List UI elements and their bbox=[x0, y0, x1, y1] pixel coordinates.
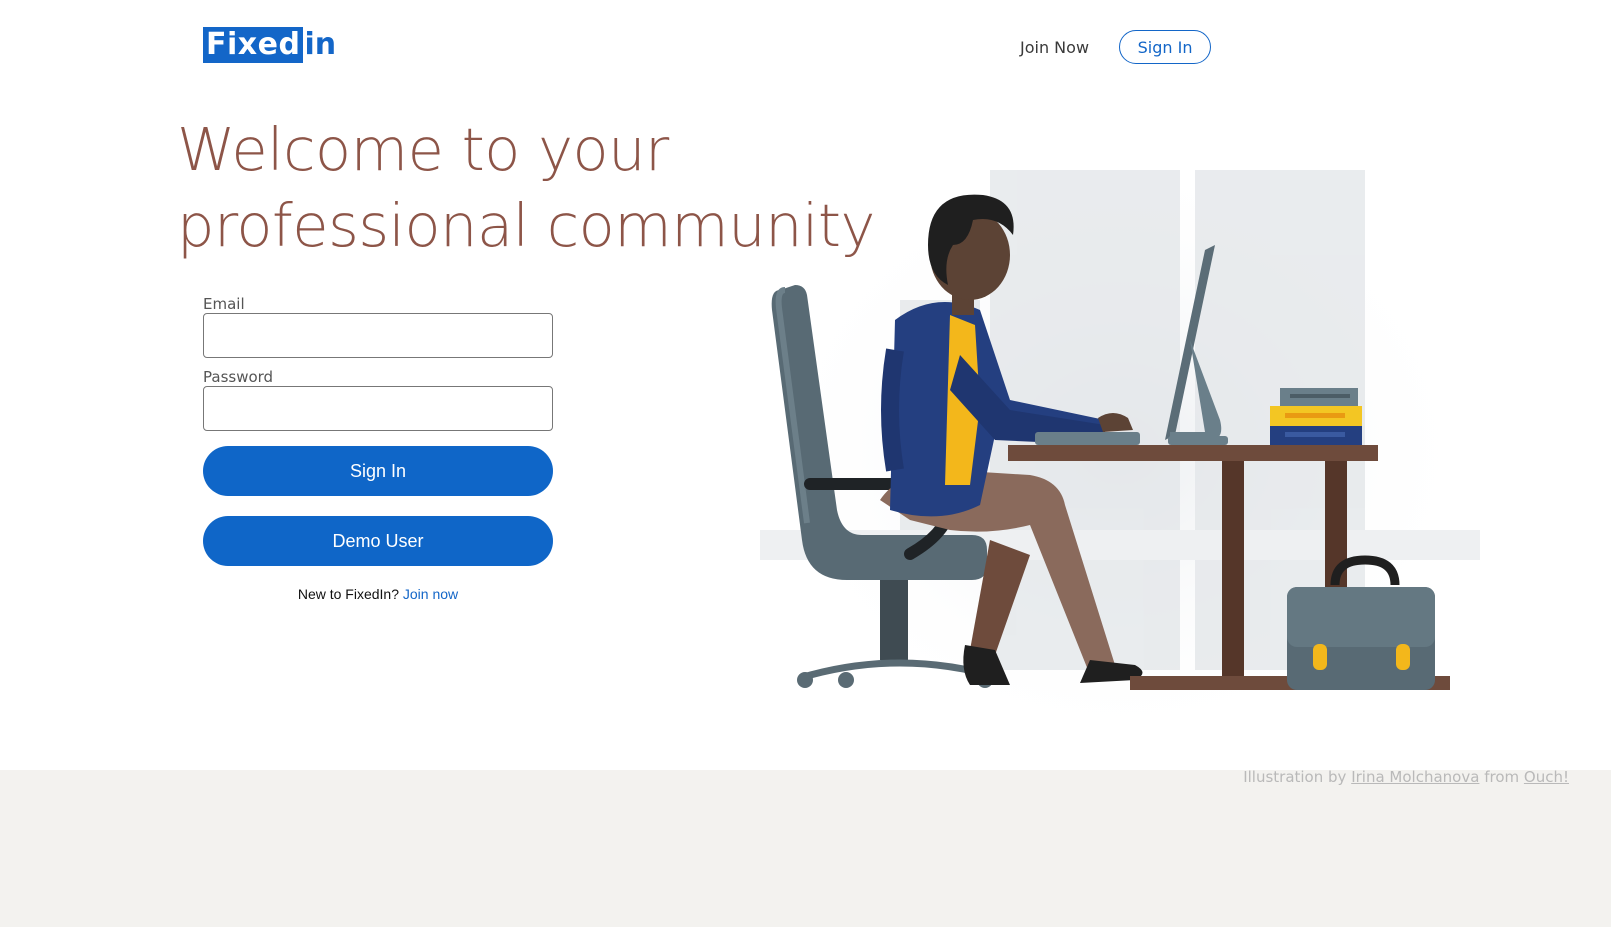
demo-user-button[interactable]: Demo User bbox=[203, 516, 553, 566]
book-stack bbox=[1270, 388, 1362, 445]
keyboard bbox=[1035, 432, 1140, 445]
office-worker-illustration bbox=[760, 150, 1480, 750]
credit-middle: from bbox=[1484, 768, 1520, 786]
illustration-credit: Illustration by Irina Molchanova from Ou… bbox=[1243, 768, 1569, 786]
top-nav: Join Now Sign In bbox=[1020, 30, 1212, 64]
footer-band bbox=[0, 770, 1611, 927]
credit-author-link[interactable]: Irina Molchanova bbox=[1351, 768, 1479, 786]
sign-in-button[interactable]: Sign In bbox=[203, 446, 553, 496]
login-page: Fixed in Join Now Sign In Welcome to your… bbox=[0, 0, 1611, 927]
headline-line-1: Welcome to your bbox=[177, 115, 669, 184]
credit-prefix: Illustration by bbox=[1243, 768, 1347, 786]
credit-source-link[interactable]: Ouch! bbox=[1524, 768, 1569, 786]
nav-sign-in-button[interactable]: Sign In bbox=[1119, 30, 1212, 64]
logo-suffix: in bbox=[304, 27, 337, 62]
password-field[interactable] bbox=[203, 386, 553, 431]
fixedin-logo[interactable]: Fixed in bbox=[203, 27, 336, 63]
join-now-link[interactable]: Join Now bbox=[1020, 38, 1089, 57]
password-label: Password bbox=[203, 368, 274, 386]
sign-in-form: Email Password Sign In Demo User New to … bbox=[203, 295, 553, 602]
new-user-text: New to FixedIn? bbox=[297, 586, 399, 602]
email-label: Email bbox=[203, 295, 245, 313]
join-now-inline-link[interactable]: Join now bbox=[403, 586, 458, 602]
email-field[interactable] bbox=[203, 313, 553, 358]
logo-text: Fixed bbox=[203, 27, 304, 63]
new-user-prompt: New to FixedIn? Join now bbox=[203, 586, 553, 602]
